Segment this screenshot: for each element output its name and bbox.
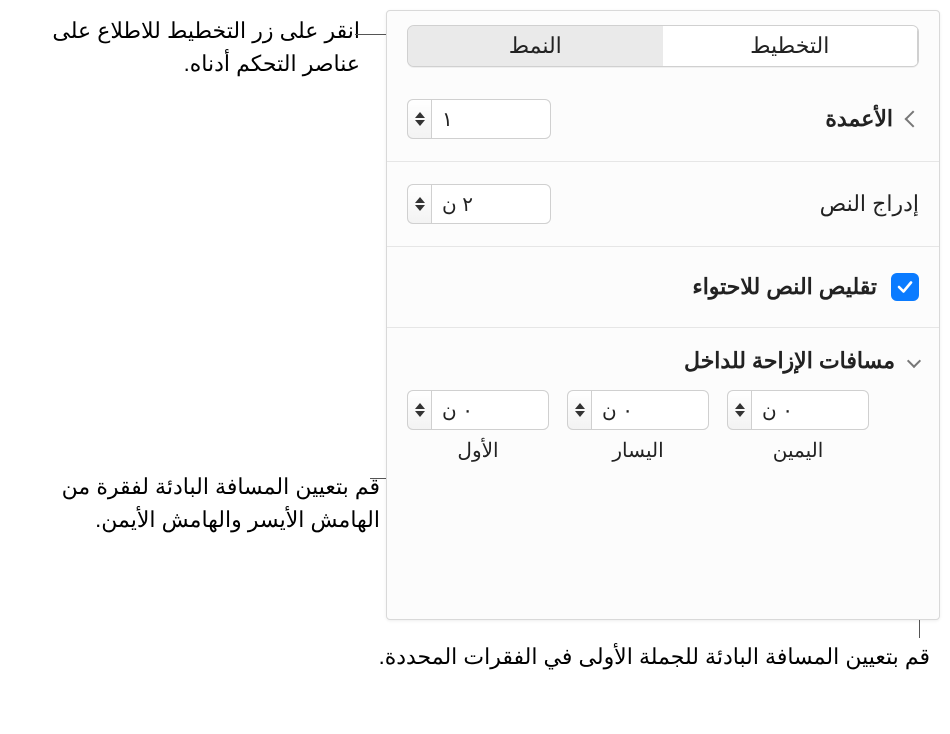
- indent-left-sublabel: اليسار: [612, 438, 663, 463]
- indent-first: ٠ ن الأول: [407, 390, 549, 463]
- columns-field[interactable]: ١: [431, 99, 551, 139]
- columns-stepper[interactable]: ١: [407, 99, 551, 139]
- text-inset-field[interactable]: ٢ ن: [431, 184, 551, 224]
- row-shrink: تقليص النص للاحتواء: [387, 246, 939, 327]
- segmented-tabs: النمط التخطيط: [407, 25, 919, 67]
- row-text-inset: إدراج النص ٢ ن: [387, 161, 939, 246]
- text-inset-label: إدراج النص: [820, 191, 919, 217]
- text-inset-stepper[interactable]: ٢ ن: [407, 184, 551, 224]
- chevron-left-icon[interactable]: [905, 111, 922, 128]
- stepper-arrows-icon[interactable]: [407, 184, 431, 224]
- indent-right-stepper[interactable]: ٠ ن: [727, 390, 869, 430]
- columns-label: الأعمدة: [825, 106, 893, 132]
- tab-layout-label: التخطيط: [750, 33, 829, 59]
- stepper-arrows-icon[interactable]: [567, 390, 591, 430]
- inspector-panel: النمط التخطيط الأعمدة ١ إدراج النص ٢ ن: [386, 10, 940, 620]
- indent-right-field[interactable]: ٠ ن: [751, 390, 869, 430]
- checkmark-icon: [896, 278, 914, 296]
- stepper-arrows-icon[interactable]: [407, 99, 431, 139]
- indent-left: ٠ ن اليسار: [567, 390, 709, 463]
- indents-label: مسافات الإزاحة للداخل: [684, 348, 895, 374]
- tab-style[interactable]: النمط: [408, 26, 663, 66]
- row-indents: مسافات الإزاحة للداخل ٠ ن الأول: [387, 327, 939, 473]
- callout-tabs: انقر على زر التخطيط للاطلاع على عناصر ال…: [20, 14, 360, 80]
- stepper-arrows-icon[interactable]: [727, 390, 751, 430]
- callout-margins: قم بتعيين المسافة البادئة لفقرة من الهام…: [20, 470, 380, 536]
- chevron-down-icon[interactable]: [907, 354, 921, 368]
- indent-left-field[interactable]: ٠ ن: [591, 390, 709, 430]
- shrink-checkbox[interactable]: [891, 273, 919, 301]
- tab-style-label: النمط: [509, 33, 562, 59]
- indent-first-sublabel: الأول: [457, 438, 498, 463]
- indent-right: ٠ ن اليمين: [727, 390, 869, 463]
- indent-first-stepper[interactable]: ٠ ن: [407, 390, 549, 430]
- indent-first-field[interactable]: ٠ ن: [431, 390, 549, 430]
- indent-right-sublabel: اليمين: [773, 438, 824, 463]
- stepper-arrows-icon[interactable]: [407, 390, 431, 430]
- callout-first-indent: قم بتعيين المسافة البادئة للجملة الأولى …: [370, 640, 930, 673]
- indent-left-stepper[interactable]: ٠ ن: [567, 390, 709, 430]
- tab-layout[interactable]: التخطيط: [663, 26, 919, 66]
- shrink-label: تقليص النص للاحتواء: [692, 274, 877, 300]
- row-columns: الأعمدة ١: [387, 77, 939, 161]
